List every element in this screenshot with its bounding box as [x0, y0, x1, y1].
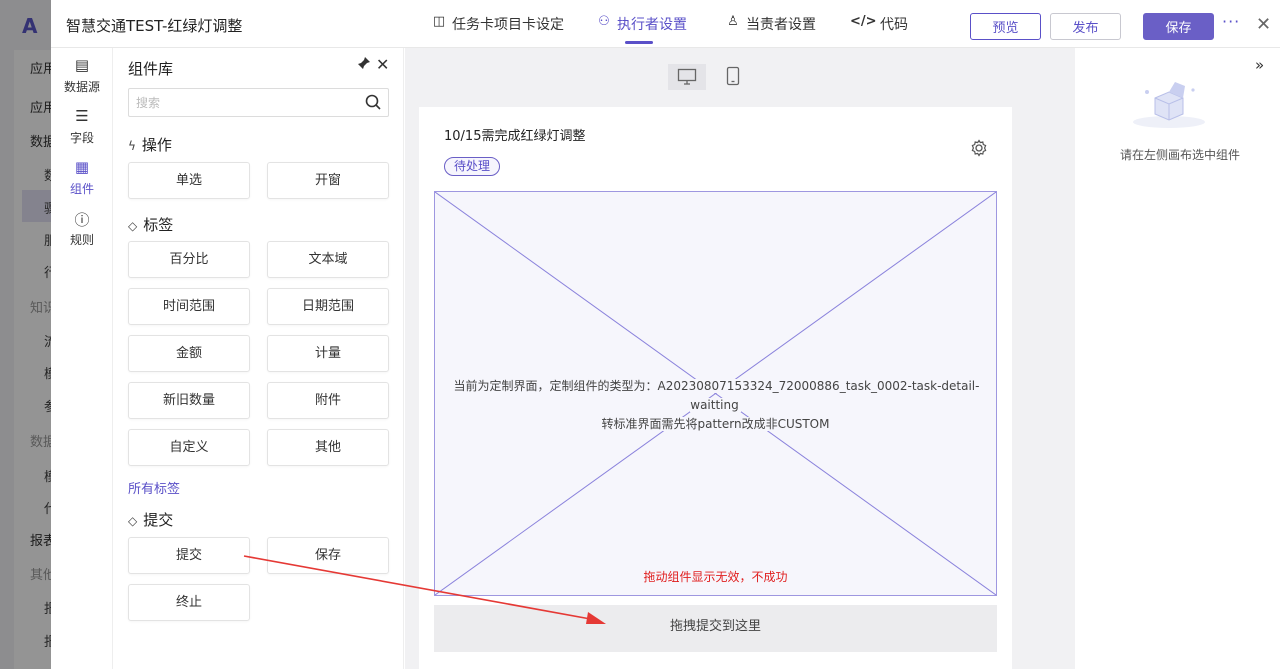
lightning-icon: ϟ [128, 139, 136, 153]
task-card-preview: 10/15需完成红绿灯调整 待处理 当前为定制界面，定制组件的类型为：A2023… [419, 107, 1012, 669]
custom-component-placeholder[interactable]: 当前为定制界面，定制组件的类型为：A20230807153324_7200088… [434, 191, 997, 596]
rail-item-fields[interactable]: ☰ 字段 [51, 107, 113, 146]
tab-label: 任务卡项目卡设定 [452, 17, 564, 33]
desktop-icon [677, 68, 697, 85]
expand-panel-icon[interactable]: » [1255, 56, 1264, 74]
property-panel: » 请在左侧画布选中组件 [1075, 48, 1280, 669]
modal-title: 智慧交通TEST-红绿灯调整 [66, 17, 243, 35]
placeholder-line-2: 转标准界面需先将pattern改成非CUSTOM [599, 417, 832, 431]
desktop-view-button[interactable] [668, 64, 706, 90]
designer-modal: 智慧交通TEST-红绿灯调整 ◫ 任务卡项目卡设定 ⚇ 执行者设置 ♙ 当责者设… [51, 0, 1280, 669]
tab-task-card-settings[interactable]: ◫ 任务卡项目卡设定 [432, 14, 564, 48]
component-custom[interactable]: 自定义 [128, 429, 250, 466]
search-input[interactable] [136, 89, 356, 116]
mobile-view-button[interactable] [714, 64, 752, 90]
tab-responsible-settings[interactable]: ♙ 当责者设置 [726, 14, 816, 48]
publish-button[interactable]: 发布 [1050, 13, 1121, 40]
rail-item-label: 组件 [69, 182, 94, 196]
modal-header: 智慧交通TEST-红绿灯调整 ◫ 任务卡项目卡设定 ⚇ 执行者设置 ♙ 当责者设… [51, 0, 1280, 48]
component-single-select[interactable]: 单选 [128, 162, 250, 199]
rail-item-label: 规则 [69, 233, 94, 247]
component-other[interactable]: 其他 [267, 429, 389, 466]
tab-label: 代码 [880, 17, 908, 33]
component-submit[interactable]: 提交 [128, 537, 250, 574]
gear-icon[interactable] [970, 139, 988, 157]
tab-label: 执行者设置 [617, 17, 687, 33]
component-terminate[interactable]: 终止 [128, 584, 250, 621]
tab-code[interactable]: </> 代码 [850, 14, 908, 48]
section-operation-title: ϟ 操作 [128, 136, 172, 154]
status-badge: 待处理 [444, 157, 501, 176]
component-open-window[interactable]: 开窗 [267, 162, 389, 199]
puzzle-icon: ◫ [432, 14, 446, 29]
icon-rail: ▤ 数据源 ☰ 字段 ▦ 组件 ⓘ 规则 [51, 48, 113, 669]
card-title: 10/15需完成红绿灯调整 [444, 129, 586, 144]
component-amount[interactable]: 金额 [128, 335, 250, 372]
rail-item-datasource[interactable]: ▤ 数据源 [51, 56, 113, 95]
tab-executor-settings[interactable]: ⚇ 执行者设置 [597, 14, 687, 48]
preview-button[interactable]: 预览 [970, 13, 1041, 40]
user-tree-icon: ⚇ [598, 14, 610, 29]
component-search [128, 88, 389, 117]
rail-item-rules[interactable]: ⓘ 规则 [51, 209, 113, 248]
save-button[interactable]: 保存 [1143, 13, 1214, 40]
all-tags-link[interactable]: 所有标签 [128, 478, 180, 497]
rule-icon: ⓘ [74, 211, 90, 229]
datasource-icon: ▤ [74, 56, 90, 74]
empty-box-icon [1133, 82, 1205, 128]
user-icon: ♙ [727, 14, 739, 29]
drag-failed-note: 拖动组件显示无效，不成功 [643, 570, 788, 584]
rail-item-label: 数据源 [63, 80, 100, 94]
component-textarea[interactable]: 文本域 [267, 241, 389, 278]
select-component-hint: 请在左侧画布选中组件 [1119, 148, 1240, 162]
component-percentage[interactable]: 百分比 [128, 241, 250, 278]
tab-label: 当责者设置 [746, 17, 816, 33]
grid-icon: ▦ [74, 158, 90, 176]
placeholder-message: 当前为定制界面，定制组件的类型为：A20230807153324_7200088… [435, 377, 996, 434]
rail-item-components[interactable]: ▦ 组件 [51, 158, 113, 197]
tag-icon: ◇ [128, 514, 138, 528]
library-close-icon[interactable]: ✕ [376, 55, 389, 74]
component-old-new-quantity[interactable]: 新旧数量 [128, 382, 250, 419]
tag-icon: ◇ [128, 219, 138, 233]
close-icon[interactable]: ✕ [1256, 14, 1271, 35]
library-title: 组件库 [128, 60, 174, 78]
search-icon[interactable] [364, 93, 382, 111]
mobile-icon [726, 66, 740, 86]
component-attachment[interactable]: 附件 [267, 382, 389, 419]
pin-icon[interactable] [357, 56, 371, 74]
code-icon: </> [850, 14, 877, 29]
component-date-range[interactable]: 日期范围 [267, 288, 389, 325]
component-library: 组件库 ✕ ϟ操作 单选 开窗 ◇标签 百分比 文本域 时间范围 日期范围 金额… [114, 48, 404, 669]
placeholder-line-1: 当前为定制界面，定制组件的类型为：A20230807153324_7200088… [451, 379, 980, 412]
more-icon[interactable]: ··· [1222, 12, 1240, 31]
component-measure[interactable]: 计量 [267, 335, 389, 372]
component-time-range[interactable]: 时间范围 [128, 288, 250, 325]
section-submit-title: ◇ 提交 [128, 511, 174, 529]
section-tags-title: ◇ 标签 [128, 216, 174, 234]
list-icon: ☰ [75, 107, 89, 125]
rail-item-label: 字段 [69, 131, 94, 145]
component-save[interactable]: 保存 [267, 537, 389, 574]
submit-drop-zone[interactable]: 拖拽提交到这里 [434, 605, 997, 652]
